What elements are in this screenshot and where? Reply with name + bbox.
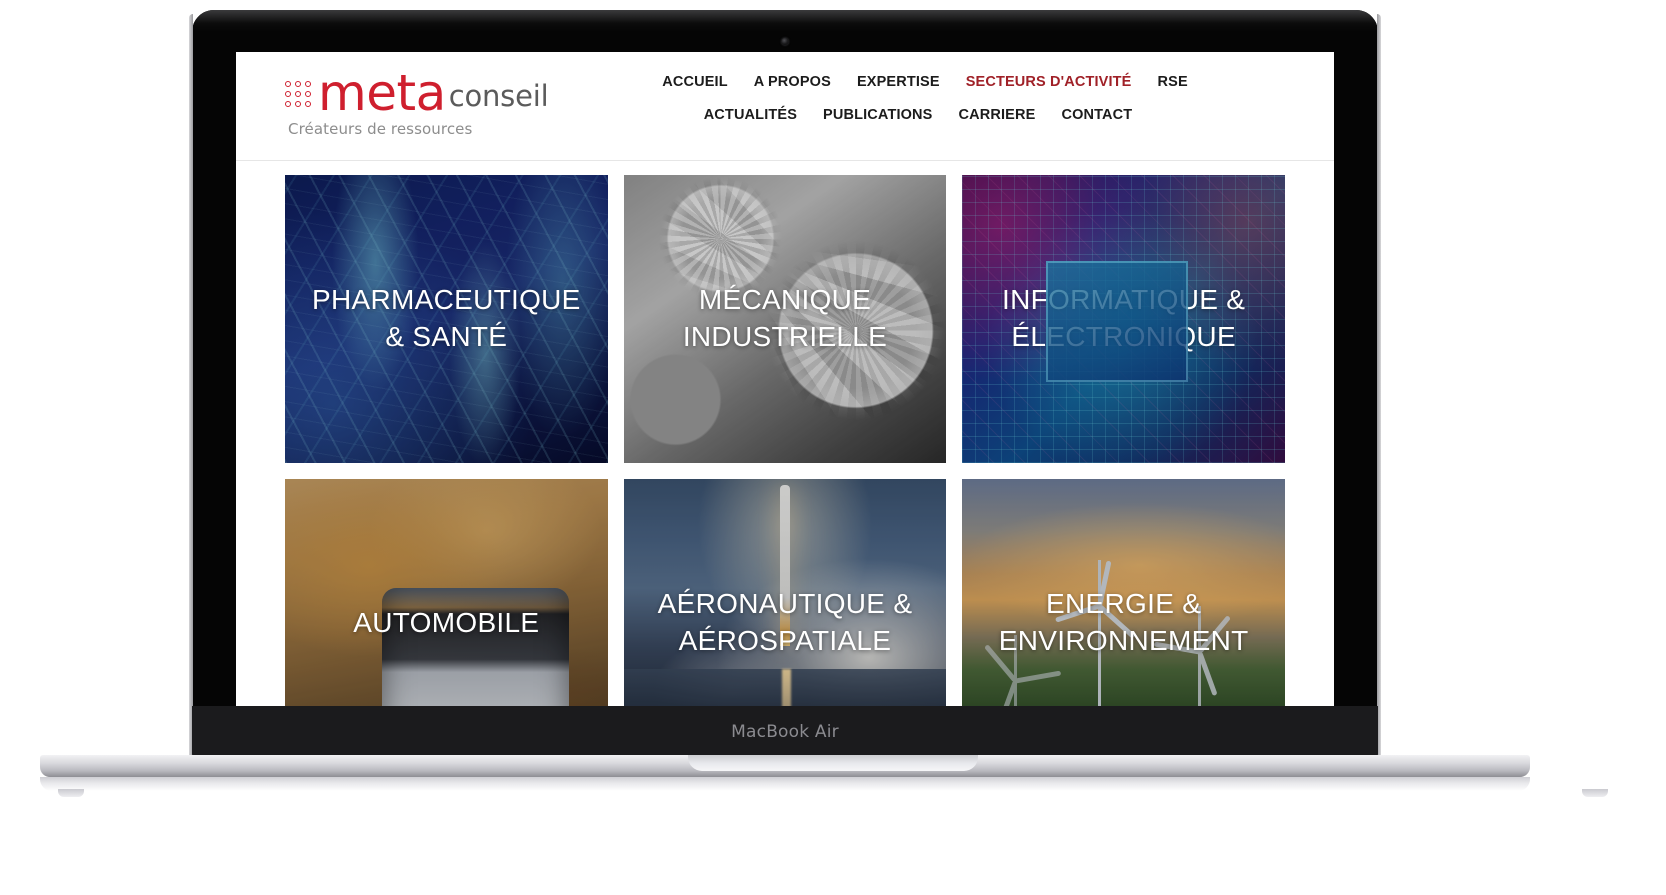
laptop-chin: MacBook Air [192,706,1378,758]
nav-item-actualites[interactable]: ACTUALITÉS [704,107,797,123]
logo-wordmark-row: meta conseil [285,64,549,122]
sector-tile-grid: PHARMACEUTIQUE & SANTÉ MÉCANIQUE INDUSTR… [236,161,1334,744]
sector-tile-informatique[interactable]: INFORMATIQUE & ÉLECTRONIQUE [962,175,1285,463]
screenshot-stage: meta conseil Créateurs de ressources ACC… [0,0,1666,895]
browser-viewport: meta conseil Créateurs de ressources ACC… [236,52,1334,744]
sector-tile-mecanique[interactable]: MÉCANIQUE INDUSTRIELLE [623,175,947,463]
laptop-foot-right [1582,789,1608,797]
nav-row-primary: ACCUEIL A PROPOS EXPERTISE SECTEURS D'AC… [536,74,1314,90]
logo-brand-primary: meta [318,64,446,122]
nav-item-expertise[interactable]: EXPERTISE [857,74,940,90]
sector-tile-pharmaceutique[interactable]: PHARMACEUTIQUE & SANTÉ [285,175,608,463]
lid-edge-left [189,14,193,758]
laptop-foot-left [58,789,84,797]
nav-item-carriere[interactable]: CARRIERE [959,107,1036,123]
lid-top-highlight [192,10,1378,32]
site-logo[interactable]: meta conseil Créateurs de ressources [285,64,549,138]
main-navigation: ACCUEIL A PROPOS EXPERTISE SECTEURS D'AC… [536,74,1314,123]
nav-item-secteurs-activite[interactable]: SECTEURS D'ACTIVITÉ [966,74,1132,90]
sector-tile-title: MÉCANIQUE INDUSTRIELLE [682,284,888,352]
sector-tile-automobile[interactable]: AUTOMOBILE [285,479,608,744]
laptop-lid: meta conseil Créateurs de ressources ACC… [189,10,1381,758]
nav-item-publications[interactable]: PUBLICATIONS [823,107,932,123]
logo-brand-secondary: conseil [448,79,549,113]
sector-tile-title: PHARMACEUTIQUE & SANTÉ [311,284,581,352]
nav-item-accueil[interactable]: ACCUEIL [662,74,728,90]
lid-edge-right [1377,14,1381,758]
device-model-label: MacBook Air [731,722,839,742]
laptop-base-shadow [40,777,1530,791]
site-header: meta conseil Créateurs de ressources ACC… [236,52,1334,161]
nav-item-rse[interactable]: RSE [1158,74,1188,90]
sector-tile-title: AUTOMOBILE [353,606,540,638]
sector-tile-title: ENERGIE & ENVIRONNEMENT [998,588,1249,656]
nav-item-a-propos[interactable]: A PROPOS [754,74,831,90]
laptop-base-notch [688,755,978,771]
logo-dots-icon [285,81,311,107]
sector-tile-aeronautique[interactable]: AÉRONAUTIQUE & AÉROSPATIALE [623,479,947,744]
logo-tagline: Créateurs de ressources [288,120,473,138]
sector-tile-energie[interactable]: ENERGIE & ENVIRONNEMENT [962,479,1285,744]
sector-tile-title: AÉRONAUTIQUE & AÉROSPATIALE [657,588,913,656]
nav-item-contact[interactable]: CONTACT [1061,107,1132,123]
nav-row-secondary: ACTUALITÉS PUBLICATIONS CARRIERE CONTACT [536,107,1314,123]
webcam-icon [781,38,789,45]
